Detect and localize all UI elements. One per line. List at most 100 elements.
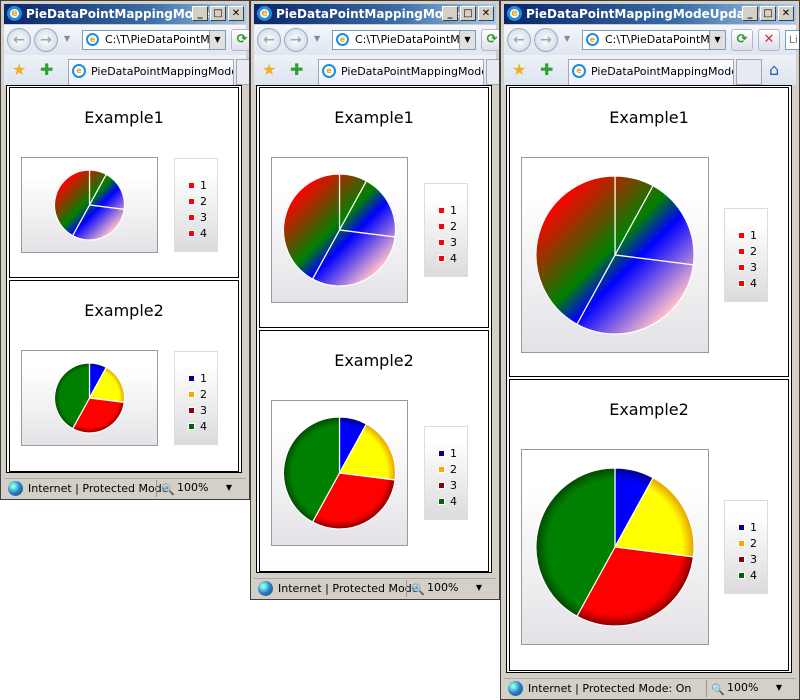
recent-pages-dropdown[interactable]: ▼	[314, 34, 320, 43]
tab-active[interactable]: e PieDataPointMappingMode...	[68, 59, 234, 85]
legend-swatch	[438, 254, 445, 262]
minimize-button[interactable]: _	[192, 6, 208, 21]
zoom-control[interactable]: 🔍 100% ▼	[406, 580, 496, 597]
legend-item: 4	[425, 250, 467, 266]
tab-active[interactable]: e PieDataPointMappingMode...	[568, 59, 734, 85]
back-button[interactable]: ←	[257, 28, 281, 52]
chart-panel-example2: Example2 1 2 3 4	[9, 280, 239, 472]
pie-chart	[535, 175, 695, 335]
legend-label: 1	[450, 203, 457, 217]
legend-swatch	[438, 222, 445, 230]
home-icon[interactable]: ⌂	[769, 60, 779, 79]
chart-title: Example2	[334, 351, 414, 370]
chart-legend: 1 2 3 4	[174, 351, 218, 445]
legend-label: 1	[750, 228, 757, 242]
forward-button[interactable]: →	[534, 28, 558, 52]
zoom-control[interactable]: 🔍 100% ▼	[156, 480, 246, 497]
close-button[interactable]: ✕	[228, 6, 244, 21]
status-bar: Internet | Protected Mode 🔍 100% ▼	[4, 478, 246, 498]
add-favorites-icon[interactable]: ✚	[290, 60, 303, 79]
add-favorites-icon[interactable]: ✚	[40, 60, 53, 79]
legend-label: 4	[450, 494, 457, 508]
title-bar[interactable]: e PieDataPointMappingMode... _ □ ✕	[4, 4, 246, 24]
zoom-dropdown-icon[interactable]: ▼	[476, 580, 482, 596]
legend-label: 1	[450, 446, 457, 460]
legend-swatch	[188, 406, 195, 414]
address-bar[interactable]: e C:\T\PieDataPointMap ▼	[332, 30, 476, 50]
forward-button[interactable]: →	[284, 28, 308, 52]
address-dropdown-button[interactable]: ▼	[209, 31, 225, 49]
recent-pages-dropdown[interactable]: ▼	[64, 34, 70, 43]
chart-panel-example1: Example1 1 2 3 4	[9, 87, 239, 278]
legend-label: 1	[200, 371, 207, 385]
legend-item: 1	[425, 202, 467, 218]
legend-swatch	[188, 229, 195, 237]
address-text: C:\T\PieDataPointMap	[355, 33, 474, 46]
legend-swatch	[738, 571, 745, 579]
new-tab-button[interactable]	[736, 59, 762, 85]
refresh-button[interactable]: ⟳	[731, 29, 753, 51]
address-bar[interactable]: e C:\T\PieDataPointMap ▼	[82, 30, 226, 50]
search-input[interactable]	[785, 30, 799, 50]
close-button[interactable]: ✕	[478, 6, 494, 21]
legend-label: 3	[750, 260, 757, 274]
chart-panel-example1: Example1 1 2 3 4	[509, 87, 789, 377]
legend-label: 2	[450, 219, 457, 233]
legend-swatch	[738, 247, 745, 255]
address-dropdown-button[interactable]: ▼	[459, 31, 475, 49]
chart-legend: 1 2 3 4	[724, 500, 768, 594]
favorites-star-icon[interactable]: ★	[512, 60, 526, 79]
ie-logo-icon: e	[586, 33, 599, 46]
pie-chart	[282, 416, 397, 530]
address-dropdown-button[interactable]: ▼	[709, 31, 725, 49]
forward-button[interactable]: →	[34, 28, 58, 52]
back-button[interactable]: ←	[507, 28, 531, 52]
legend-label: 3	[450, 235, 457, 249]
pie-chart	[53, 362, 126, 434]
browser-window: e PieDataPointMappingMode... _ □ ✕ ← → ▼ e C:\T\P…	[250, 0, 500, 600]
stop-button[interactable]: ✕	[758, 29, 780, 51]
tab-bar: ★ ✚ e PieDataPointMappingMode...	[254, 55, 499, 85]
internet-zone-icon	[8, 481, 23, 496]
legend-label: 1	[200, 178, 207, 192]
zoom-dropdown-icon[interactable]: ▼	[226, 480, 232, 496]
recent-pages-dropdown[interactable]: ▼	[564, 34, 570, 43]
refresh-button[interactable]: ⟳	[231, 29, 249, 51]
plot-area	[521, 449, 709, 645]
new-tab-button[interactable]	[236, 59, 249, 85]
tab-active[interactable]: e PieDataPointMappingMode...	[318, 59, 484, 85]
navigation-bar: ← → ▼ e C:\T\PieDataPointMap ▼ ⟳ ✕	[504, 25, 799, 55]
legend-item: 4	[175, 418, 217, 434]
zoom-control[interactable]: 🔍 100% ▼	[706, 680, 796, 697]
page-content: Example1 1 2 3 4 Example2 1 2 3 4	[506, 85, 792, 673]
zoom-magnifier-icon: 🔍	[711, 683, 725, 696]
maximize-button[interactable]: □	[210, 6, 226, 21]
new-tab-button[interactable]	[486, 59, 499, 85]
status-text: Internet | Protected Mode: On	[528, 682, 692, 695]
internet-zone-icon	[258, 581, 273, 596]
title-bar[interactable]: e PieDataPointMappingMode... _ □ ✕	[254, 4, 496, 24]
favorites-star-icon[interactable]: ★	[262, 60, 276, 79]
plot-area	[21, 157, 158, 253]
minimize-button[interactable]: _	[742, 6, 758, 21]
favorites-star-icon[interactable]: ★	[12, 60, 26, 79]
minimize-button[interactable]: _	[442, 6, 458, 21]
title-bar[interactable]: e PieDataPointMappingModeUpdater - ... _ □ ✕	[504, 4, 796, 24]
back-button[interactable]: ←	[7, 28, 31, 52]
chart-title: Example1	[334, 108, 414, 127]
status-bar: Internet | Protected Mode 🔍 100% ▼	[254, 578, 496, 598]
legend-item: 1	[725, 519, 767, 535]
legend-item: 1	[175, 177, 217, 193]
zoom-level: 100%	[727, 681, 759, 694]
close-button[interactable]: ✕	[778, 6, 794, 21]
maximize-button[interactable]: □	[760, 6, 776, 21]
refresh-button[interactable]: ⟳	[481, 29, 499, 51]
legend-swatch	[738, 555, 745, 563]
address-bar[interactable]: e C:\T\PieDataPointMap ▼	[582, 30, 726, 50]
maximize-button[interactable]: □	[460, 6, 476, 21]
window-controls: _ □ ✕	[442, 6, 494, 21]
plot-area	[271, 400, 408, 546]
legend-swatch	[188, 374, 195, 382]
add-favorites-icon[interactable]: ✚	[540, 60, 553, 79]
zoom-dropdown-icon[interactable]: ▼	[776, 680, 782, 696]
